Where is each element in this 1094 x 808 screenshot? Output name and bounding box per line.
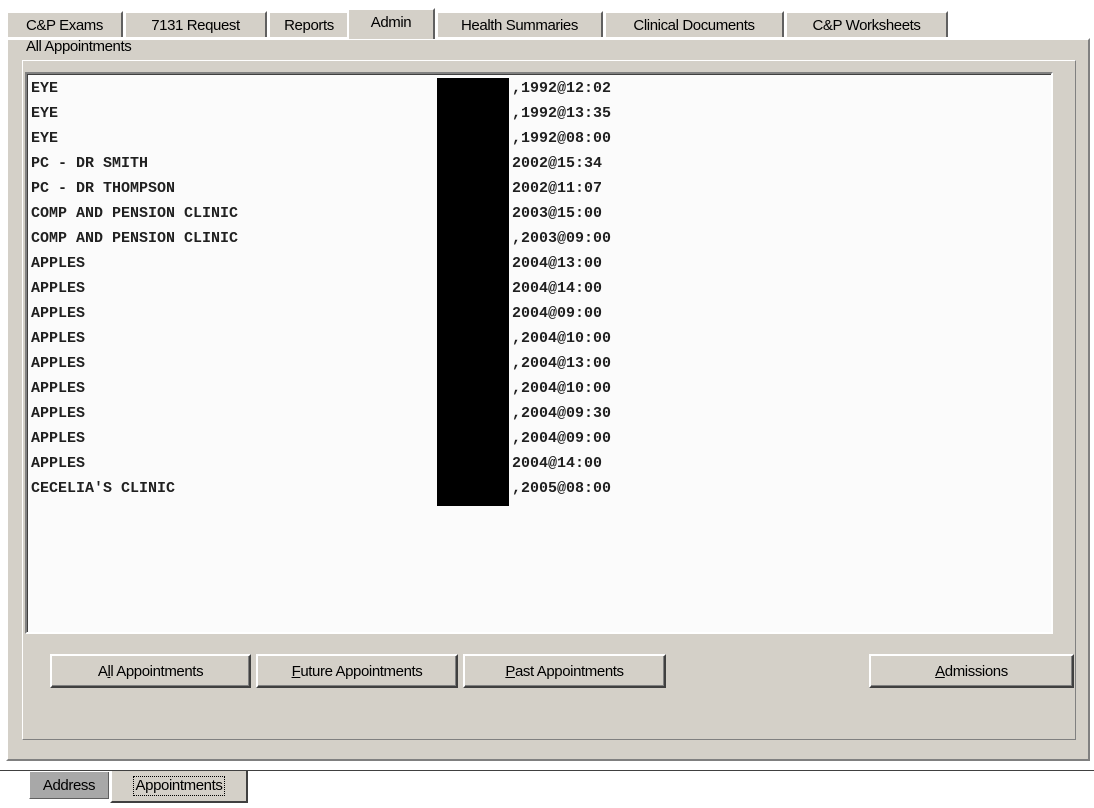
clinic-name: APPLES	[31, 455, 86, 472]
appointments-list[interactable]: EYE ,1992@12:02 EYE ,1992@13:35 EYE ,1992@0…	[25, 72, 1053, 634]
appointment-datetime: ,1992@13:35	[512, 105, 612, 122]
tab-cp-worksheets[interactable]: C&P Worksheets	[785, 11, 948, 37]
past-appointments-label: Past Appointments	[505, 662, 624, 680]
clinic-name: APPLES	[31, 255, 86, 272]
clinic-name: COMP AND PENSION CLINIC	[31, 205, 239, 222]
appointment-datetime: ,2005@08:00	[512, 480, 612, 497]
clinic-name: APPLES	[31, 280, 86, 297]
appointment-datetime: ,2004@10:00	[512, 330, 612, 347]
appointment-datetime: 2002@15:34	[512, 155, 603, 172]
future-appointments-button[interactable]: Future Appointments	[256, 654, 458, 688]
appointment-datetime: ,1992@12:02	[512, 80, 612, 97]
clinic-name: APPLES	[31, 430, 86, 447]
clinic-name: EYE	[31, 80, 59, 97]
clinic-name: EYE	[31, 130, 59, 147]
admissions-button[interactable]: Admissions	[869, 654, 1074, 688]
appointment-datetime: ,2004@13:00	[512, 355, 612, 372]
all-appointments-button[interactable]: All Appointments	[50, 654, 251, 688]
tab-health-summaries[interactable]: Health Summaries	[436, 11, 603, 37]
redaction-block	[437, 78, 509, 506]
appointment-datetime: 2004@13:00	[512, 255, 603, 272]
appointment-datetime: 2004@14:00	[512, 280, 603, 297]
clinic-name: APPLES	[31, 405, 86, 422]
clinic-name: COMP AND PENSION CLINIC	[31, 230, 239, 247]
future-appointments-label: Future Appointments	[291, 662, 423, 680]
past-appointments-button[interactable]: Past Appointments	[463, 654, 666, 688]
tab-address[interactable]: Address	[29, 772, 109, 799]
appointment-datetime: 2002@11:07	[512, 180, 603, 197]
clinic-name: APPLES	[31, 355, 86, 372]
tab-cp-exams[interactable]: C&P Exams	[6, 11, 123, 37]
list-heading: All Appointments	[26, 38, 132, 55]
tab-appointments[interactable]: Appointments	[110, 771, 248, 803]
clinic-name: PC - DR THOMPSON	[31, 180, 176, 197]
tab-7131-request[interactable]: 7131 Request	[124, 11, 267, 37]
clinic-name: APPLES	[31, 380, 86, 397]
appointment-datetime: ,1992@08:00	[512, 130, 612, 147]
appointment-datetime: ,2004@09:30	[512, 405, 612, 422]
appointment-datetime: ,2003@09:00	[512, 230, 612, 247]
tab-reports[interactable]: Reports	[268, 11, 350, 37]
clinic-name: APPLES	[31, 305, 86, 322]
clinic-name: APPLES	[31, 330, 86, 347]
top-tab-strip: C&P Exams 7131 Request Reports Admin Hea…	[6, 8, 1090, 39]
appointment-datetime: 2003@15:00	[512, 205, 603, 222]
appointment-datetime: ,2004@10:00	[512, 380, 612, 397]
tab-appointments-label: Appointments	[132, 776, 226, 796]
appointment-datetime: 2004@14:00	[512, 455, 603, 472]
tab-admin[interactable]: Admin	[347, 8, 435, 39]
tab-clinical-documents[interactable]: Clinical Documents	[604, 11, 784, 37]
clinic-name: CECELIA'S CLINIC	[31, 480, 176, 497]
clinic-name: PC - DR SMITH	[31, 155, 149, 172]
admissions-label: Admissions	[935, 662, 1008, 680]
clinic-name: EYE	[31, 105, 59, 122]
bottom-tab-strip: Address Appointments	[0, 760, 1094, 808]
appointment-datetime: 2004@09:00	[512, 305, 603, 322]
all-appointments-label: All Appointments	[97, 662, 204, 680]
appointment-datetime: ,2004@09:00	[512, 430, 612, 447]
